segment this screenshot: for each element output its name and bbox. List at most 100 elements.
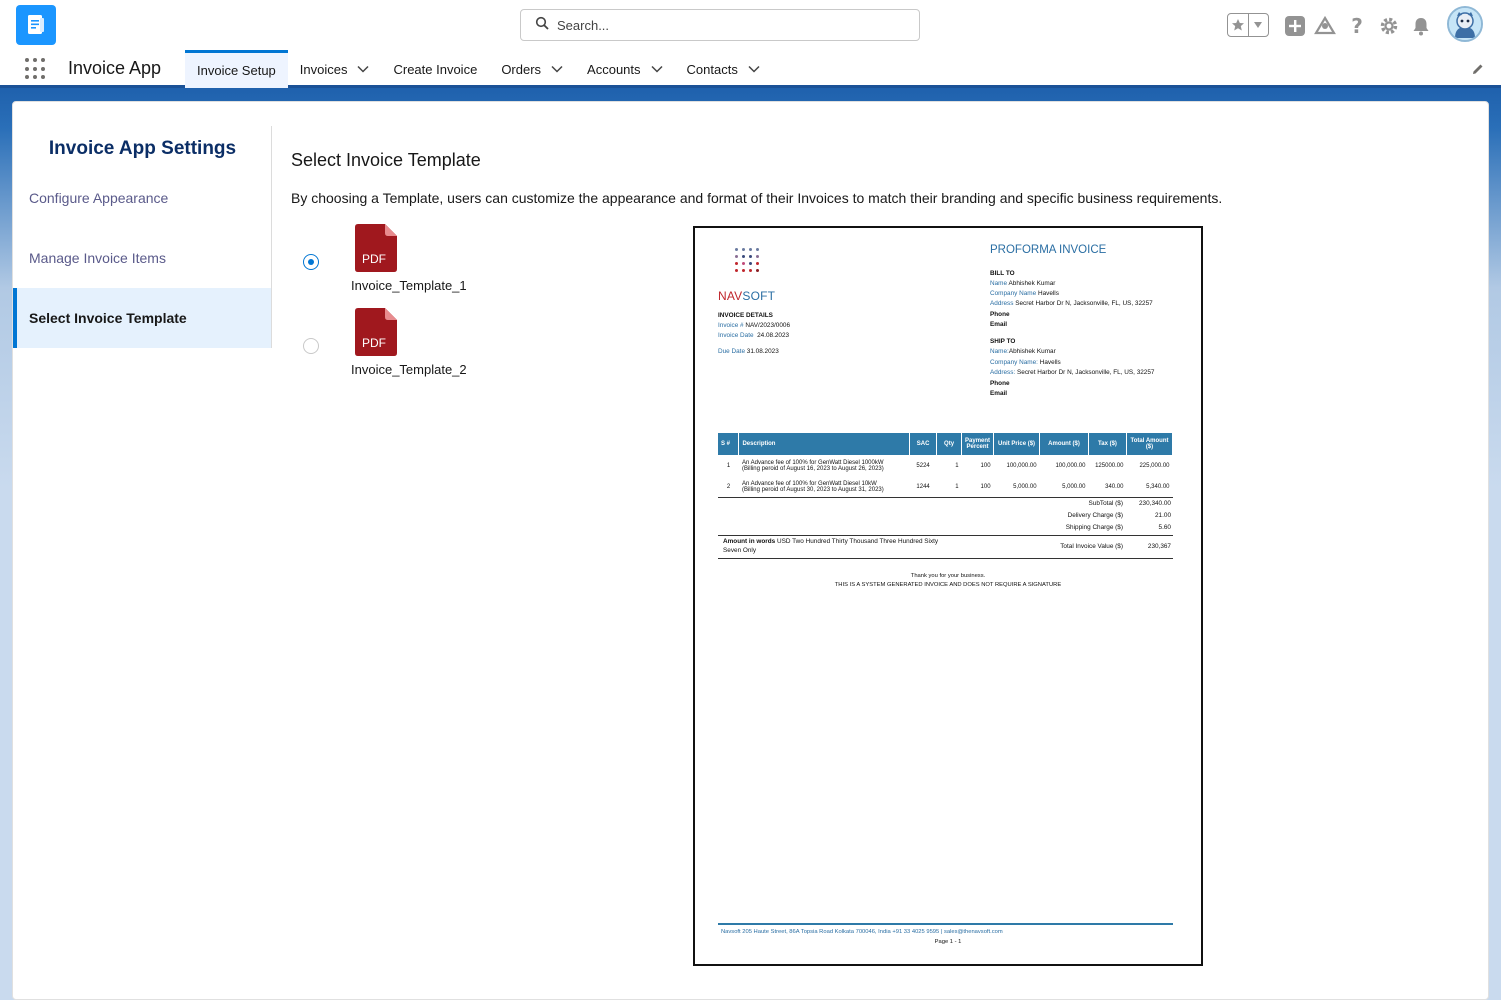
help-icon[interactable]: ?: [1346, 15, 1368, 37]
sidebar-title: Invoice App Settings: [48, 138, 237, 159]
nav-tab-orders[interactable]: Orders: [489, 50, 575, 88]
bill-to-company: Company Name Havells: [990, 290, 1059, 297]
nav-tab-label: Orders: [501, 61, 542, 77]
column-header: Total Amount ($): [1126, 433, 1174, 455]
bill-to-email: Email: [990, 321, 1008, 328]
page-number: Page 1 - 1: [934, 939, 962, 945]
settings-sidebar: Invoice App Settings Configure Appearanc…: [13, 126, 272, 348]
settings-card: Invoice App Settings Configure Appearanc…: [12, 101, 1489, 1000]
ship-to-company: Company Name: Havells: [990, 359, 1061, 366]
nav-tab-invoices[interactable]: Invoices: [288, 50, 382, 88]
chevron-down-icon[interactable]: [651, 65, 663, 73]
app-logo-icon[interactable]: [16, 5, 56, 45]
column-header: S #: [718, 433, 740, 455]
navsoft-logo-icon: [733, 246, 763, 276]
invoice-title: PROFORMA INVOICE: [990, 244, 1107, 256]
gear-icon[interactable]: [1378, 15, 1400, 37]
shipping-label: Shipping Charge ($): [1065, 524, 1123, 531]
thank-you-note: Thank you for your business.: [910, 573, 986, 579]
app-launcher-icon[interactable]: [25, 58, 47, 80]
column-header: Payment Percent: [961, 433, 995, 455]
column-header: Description: [738, 433, 911, 455]
nav-tab-label: Accounts: [587, 61, 641, 77]
bell-icon[interactable]: [1410, 15, 1432, 37]
app-name: Invoice App: [68, 58, 162, 78]
footer-divider: [718, 923, 1173, 925]
trailhead-icon[interactable]: [1314, 15, 1336, 37]
column-header: Tax ($): [1088, 433, 1127, 455]
nav-tab-accounts[interactable]: Accounts: [575, 50, 674, 88]
chevron-down-icon[interactable]: [748, 65, 760, 73]
global-search-input[interactable]: Search...: [520, 9, 920, 41]
amount-in-words: Amount in words USD Two Hundred Thirty T…: [723, 538, 939, 554]
ship-to-name: Name:Abhishek Kumar: [990, 348, 1056, 355]
total-value: 230,367: [1147, 543, 1171, 550]
chevron-down-icon[interactable]: [357, 65, 370, 73]
favorites-button[interactable]: [1227, 13, 1269, 37]
sidebar-item-manage-invoice-items[interactable]: Manage Invoice Items: [13, 228, 271, 288]
page-title: Select Invoice Template: [291, 150, 481, 170]
chevron-down-icon[interactable]: [551, 65, 563, 73]
user-avatar[interactable]: [1447, 6, 1483, 42]
star-icon[interactable]: [1228, 14, 1249, 36]
search-icon: [535, 16, 549, 35]
template-option-1[interactable]: PDF Invoice_Template_1: [295, 224, 495, 304]
template-radio-1[interactable]: [303, 254, 319, 270]
page-description: By choosing a Template, users can custom…: [291, 190, 1223, 206]
column-header: SAC: [909, 433, 938, 455]
sidebar-item-select-invoice-template[interactable]: Select Invoice Template: [13, 288, 271, 348]
nav-tab-label: Invoice Setup: [197, 63, 276, 78]
pdf-icon: PDF: [355, 308, 397, 356]
svg-text:?: ?: [1351, 16, 1363, 36]
invoice-preview: NAVSOFT PROFORMA INVOICE INVOICE DETAILS…: [693, 226, 1203, 966]
delivery-label: Delivery Charge ($): [1067, 512, 1123, 519]
nav-tab-label: Invoices: [299, 61, 348, 77]
sidebar-item-configure-appearance[interactable]: Configure Appearance: [13, 168, 271, 228]
nav-tab-label: Create Invoice: [393, 61, 478, 77]
divider: [718, 535, 1173, 536]
pdf-icon: PDF: [355, 224, 397, 272]
delivery-value: 21.00: [1155, 512, 1171, 519]
nav-tab-invoice-setup[interactable]: Invoice Setup: [185, 50, 288, 88]
navsoft-wordmark: NAVSOFT: [718, 289, 776, 303]
app-nav-bar: Invoice App Invoice Setup Invoices Creat…: [0, 50, 1501, 88]
template-radio-2[interactable]: [303, 338, 319, 354]
svg-text:PDF: PDF: [362, 252, 386, 266]
shipping-value: 5.60: [1158, 524, 1171, 531]
divider: [718, 497, 1173, 498]
invoice-details-heading: INVOICE DETAILS: [718, 312, 773, 319]
nav-tabs: Invoice Setup Invoices Create Invoice Or…: [185, 50, 772, 88]
invoice-date: Invoice Date 24.08.2023: [718, 332, 790, 339]
subtotal-value: 230,340.00: [1139, 500, 1171, 507]
ship-to-phone: Phone: [990, 380, 1010, 387]
nav-tab-label: Contacts: [686, 61, 738, 77]
nav-tab-contacts[interactable]: Contacts: [675, 50, 772, 88]
divider: [718, 558, 1173, 559]
column-header: Amount ($): [1039, 433, 1089, 455]
search-placeholder: Search...: [557, 17, 610, 33]
bill-to-heading: BILL TO: [990, 270, 1015, 277]
bill-to-phone: Phone: [990, 311, 1010, 318]
chevron-down-icon[interactable]: [1249, 21, 1269, 29]
template-option-2[interactable]: PDF Invoice_Template_2: [295, 308, 495, 388]
pencil-icon[interactable]: [1471, 62, 1485, 81]
column-header: Qty: [936, 433, 963, 455]
due-date: Due Date 31.08.2023: [718, 348, 779, 355]
plus-icon[interactable]: [1284, 15, 1306, 37]
bill-to-address: Address Secret Harbor Dr N, Jacksonville…: [990, 300, 1153, 307]
template-name: Invoice_Template_1: [351, 278, 467, 293]
system-note: THIS IS A SYSTEM GENERATED INVOICE AND D…: [834, 582, 1062, 588]
nav-tab-create-invoice[interactable]: Create Invoice: [381, 50, 489, 88]
footer-address: Navsoft 205 Haute Street, 86A Topsia Roa…: [721, 929, 1003, 935]
ship-to-address: Address: Secret Harbor Dr N, Jacksonvill…: [990, 369, 1155, 376]
svg-text:PDF: PDF: [362, 336, 386, 350]
table-header-row: S # Description SAC Qty Payment Percent …: [718, 433, 1174, 455]
subtotal-label: SubTotal ($): [1088, 500, 1123, 507]
ship-to-email: Email: [990, 390, 1008, 397]
table-row: 1 An Advance fee of 100% for GenWatt Die…: [726, 459, 1170, 472]
table-row: 2 An Advance fee of 100% for GenWatt Die…: [726, 480, 1170, 493]
global-header: Search... ?: [0, 0, 1501, 50]
column-header: Unit Price ($): [993, 433, 1041, 455]
bill-to-name: Name Abhishek Kumar: [990, 280, 1056, 287]
ship-to-heading: SHIP TO: [990, 338, 1016, 345]
